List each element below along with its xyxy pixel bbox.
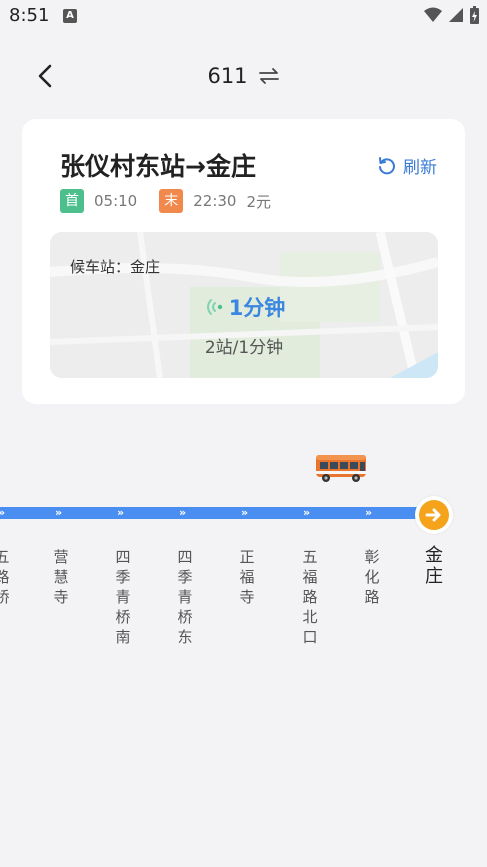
route-info-card: 张仪村东站→金庄 刷新 首 05:10 末 22:30 2元 候车站：金庄 1分…	[22, 119, 465, 404]
station-item[interactable]: 五 福 路 北 口	[298, 547, 322, 647]
station-item[interactable]: 五 路 桥	[0, 547, 14, 607]
direction-chevron: »	[365, 506, 373, 519]
station-name: 金 庄	[425, 545, 443, 587]
arrival-minutes: 1分钟	[228, 296, 286, 320]
last-bus-badge: 末	[159, 189, 184, 213]
notification-a-icon: A	[63, 9, 77, 23]
direction-chevron: »	[303, 506, 311, 519]
schedule-row: 首 05:10 末 22:30 2元	[60, 189, 271, 213]
first-bus-time: 05:10	[94, 192, 138, 210]
route-number: 611	[207, 64, 248, 88]
swap-direction-icon[interactable]	[258, 65, 280, 87]
station-item[interactable]: 营 慧 寺	[49, 547, 73, 607]
status-time: 8:51	[9, 5, 50, 26]
status-bar: 8:51 A	[0, 0, 487, 34]
station-item[interactable]: 四 季 青 桥 东	[173, 547, 197, 647]
header: 611	[0, 55, 487, 99]
station-name: 营 慧 寺	[53, 548, 69, 606]
direction-chevron: »	[55, 506, 63, 519]
wifi-icon	[424, 7, 442, 22]
destination-marker	[415, 496, 453, 534]
direction-title: 张仪村东站→金庄	[60, 152, 256, 181]
arrow-right-icon	[425, 508, 441, 522]
station-item[interactable]: 四 季 青 桥 南	[111, 547, 135, 647]
station-item[interactable]: 正 福 寺	[235, 547, 259, 607]
live-signal-icon	[206, 299, 222, 315]
station-name: 五 福 路 北 口	[302, 548, 318, 646]
last-bus-time: 22:30	[193, 192, 237, 210]
signal-icon	[449, 8, 463, 22]
station-name: 四 季 青 桥 南	[115, 548, 131, 646]
first-bus-badge: 首	[60, 189, 84, 213]
battery-icon	[470, 6, 479, 24]
route-line: » » » » » » »	[0, 507, 432, 519]
station-item[interactable]: 彰 化 路	[360, 547, 384, 607]
station-name: 正 福 寺	[239, 548, 255, 606]
bus-icon	[316, 455, 366, 482]
arrival-detail: 2站/1分钟	[204, 338, 284, 358]
fare: 2元	[246, 192, 272, 211]
station-name: 五 路 桥	[0, 548, 10, 606]
station-name: 彰 化 路	[364, 548, 380, 606]
map-panel[interactable]: 候车站：金庄 1分钟 2站/1分钟	[50, 232, 438, 378]
direction-chevron: »	[117, 506, 125, 519]
station-item-current[interactable]: 金 庄	[420, 545, 448, 587]
station-name: 四 季 青 桥 东	[177, 548, 193, 646]
route-title: 611	[0, 64, 487, 88]
direction-chevron: »	[241, 506, 249, 519]
waiting-station-label: 候车站：金庄	[70, 258, 161, 276]
refresh-label: 刷新	[403, 158, 437, 178]
direction-chevron: »	[179, 506, 187, 519]
refresh-icon	[379, 156, 395, 174]
refresh-button[interactable]: 刷新	[377, 153, 437, 178]
status-icons	[424, 6, 479, 24]
direction-chevron: »	[0, 507, 5, 519]
arrival-time: 1分钟	[50, 292, 438, 324]
